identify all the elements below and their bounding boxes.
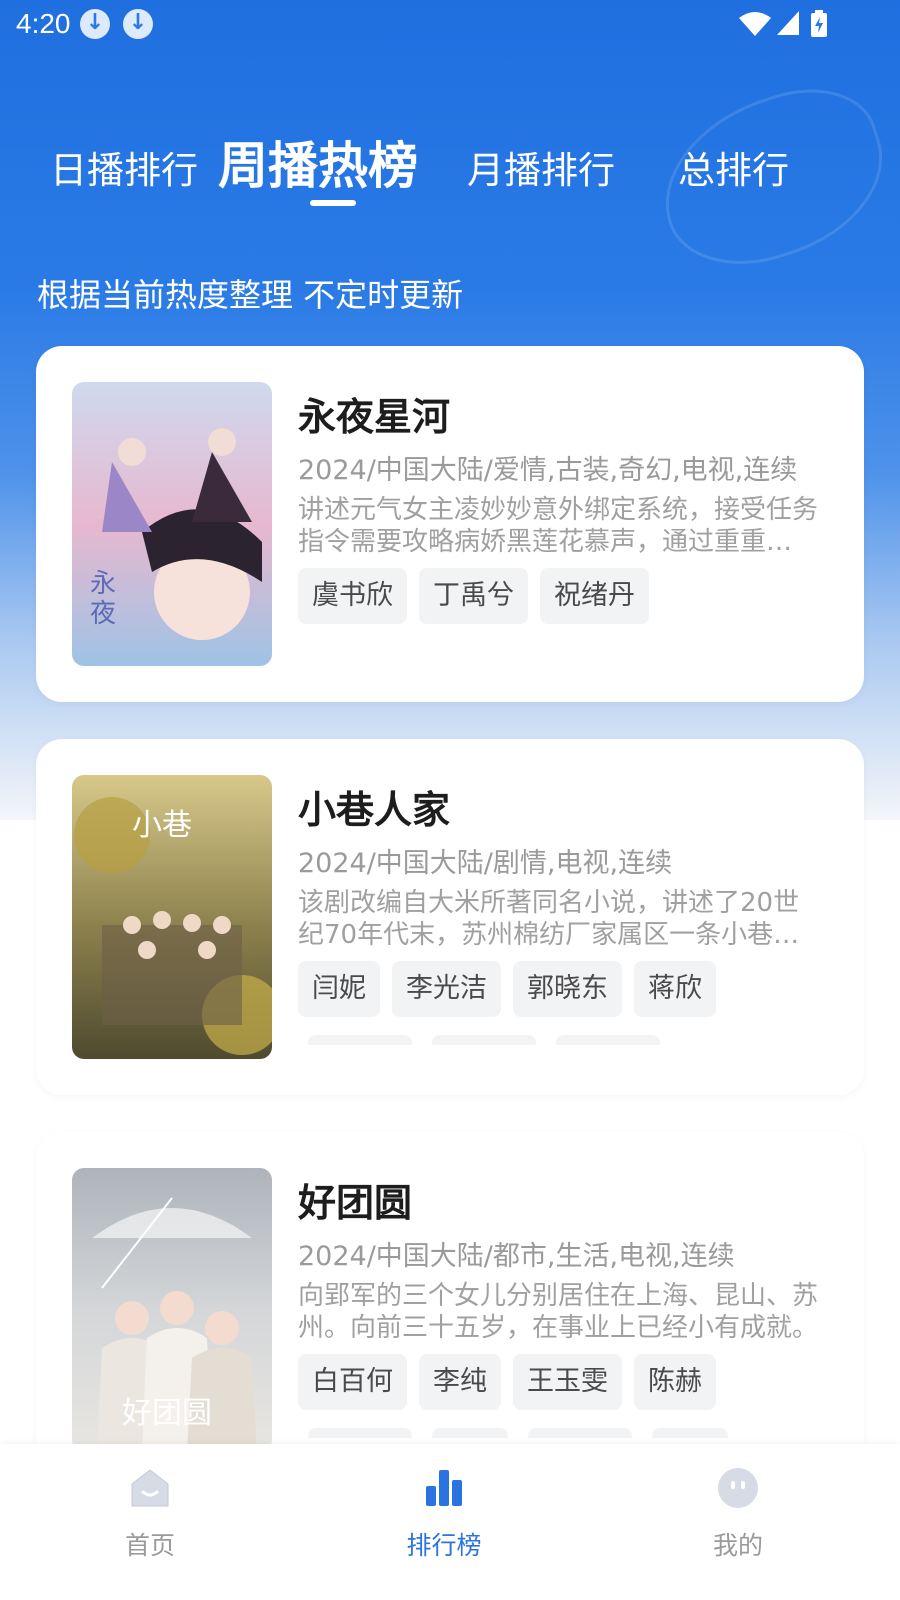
cast-tag[interactable]: 虞书欣 [298, 568, 407, 624]
cast-tag[interactable]: 王玉雯 [513, 1354, 622, 1410]
tab-daily[interactable]: 日播排行 [50, 140, 198, 194]
download-icon [80, 9, 110, 39]
svg-text:夜: 夜 [90, 599, 116, 629]
nav-profile-label: 我的 [712, 1531, 763, 1560]
drama-description: 讲述元气女主凌妙妙意外绑定系统，接受任务指令需要攻略病娇黑莲花慕声，通过重重考验… [298, 495, 818, 557]
nav-ranking-label: 排行榜 [406, 1531, 482, 1560]
drama-description: 该剧改编自大米所著同名小说，讲述了20世纪70年代末，苏州棉纺厂家属区一条小巷里… [298, 888, 800, 950]
cast-tag[interactable]: 李光洁 [392, 961, 501, 1017]
svg-text:小巷: 小巷 [132, 808, 192, 843]
cast-tags: 闫妮 李光洁 郭晓东 蒋欣 [298, 961, 716, 1017]
status-time: 4:20 [16, 8, 71, 39]
cast-tag[interactable]: 蒋欣 [634, 961, 716, 1017]
cast-tags: 虞书欣 丁禹兮 祝绪丹 [298, 568, 649, 624]
bar-chart-icon [426, 1470, 462, 1506]
drama-poster[interactable]: 好团圆 [72, 1168, 272, 1452]
cast-tag[interactable]: 白百何 [298, 1354, 407, 1410]
drama-poster[interactable]: 小巷 [72, 775, 272, 1059]
cast-tag[interactable]: 陈赫 [634, 1354, 716, 1410]
drama-meta: 2024/中国大陆/剧情,电视,连续 [298, 848, 673, 879]
nav-ranking[interactable]: 排行榜 [294, 1444, 594, 1600]
ranking-tabs: 日播排行 周播热榜 月播排行 总排行 [0, 120, 900, 220]
status-bar: 4:20 [0, 0, 900, 48]
profile-icon [718, 1468, 758, 1508]
bottom-navigation: 首页 排行榜 我的 [0, 1444, 900, 1600]
wifi-icon [739, 12, 771, 36]
drama-title[interactable]: 小巷人家 [298, 779, 450, 834]
home-icon [131, 1469, 169, 1507]
ranking-subtitle: 根据当前热度整理 不定时更新 [37, 276, 464, 314]
cast-tag[interactable]: 李纯 [419, 1354, 501, 1410]
drama-title[interactable]: 好团圆 [298, 1172, 412, 1227]
svg-text:永: 永 [90, 569, 116, 599]
tag-placeholder [652, 1428, 728, 1438]
more-tags-row [308, 1428, 728, 1438]
drama-card[interactable]: 小巷 小巷人家 2024/中国大陆/剧情,电视,连续 该剧改编自大米所著同名小说… [36, 739, 864, 1095]
cast-tag[interactable]: 闫妮 [298, 961, 380, 1017]
more-tags-row [308, 1035, 660, 1045]
drama-poster[interactable]: 永 夜 [72, 382, 272, 666]
cast-tag[interactable]: 祝绪丹 [540, 568, 649, 624]
tag-placeholder [308, 1035, 412, 1045]
tag-placeholder [432, 1035, 536, 1045]
tab-monthly[interactable]: 月播排行 [467, 140, 615, 194]
cast-tag[interactable]: 郭晓东 [513, 961, 622, 1017]
drama-meta: 2024/中国大陆/爱情,古装,奇幻,电视,连续 [298, 455, 798, 486]
drama-description: 向郢军的三个女儿分别居住在上海、昆山、苏州。向前三十五岁，在事业上已经小有成就。 [298, 1281, 818, 1343]
tag-placeholder [556, 1035, 660, 1045]
nav-profile[interactable]: 我的 [588, 1444, 888, 1600]
nav-home-label: 首页 [124, 1531, 175, 1560]
svg-text:好团圆: 好团圆 [122, 1396, 212, 1431]
tab-indicator [310, 200, 356, 206]
tab-weekly[interactable]: 周播热榜 [218, 126, 418, 198]
drama-meta: 2024/中国大陆/都市,生活,电视,连续 [298, 1241, 735, 1272]
drama-card[interactable]: 永 夜 永夜星河 2024/中国大陆/爱情,古装,奇幻,电视,连续 讲述元气女主… [36, 346, 864, 702]
battery-icon [811, 10, 827, 37]
tag-placeholder [528, 1428, 632, 1438]
cast-tags: 白百何 李纯 王玉雯 陈赫 [298, 1354, 716, 1410]
tab-total[interactable]: 总排行 [678, 140, 789, 194]
signal-icon [777, 11, 799, 35]
tag-placeholder [432, 1428, 508, 1438]
download-icon [123, 9, 153, 39]
cast-tag[interactable]: 丁禹兮 [419, 568, 528, 624]
drama-title[interactable]: 永夜星河 [298, 386, 450, 441]
drama-card[interactable]: 好团圆 好团圆 2024/中国大陆/都市,生活,电视,连续 向郢军的三个女儿分别… [36, 1132, 864, 1462]
tag-placeholder [308, 1428, 412, 1438]
nav-home[interactable]: 首页 [0, 1444, 300, 1600]
